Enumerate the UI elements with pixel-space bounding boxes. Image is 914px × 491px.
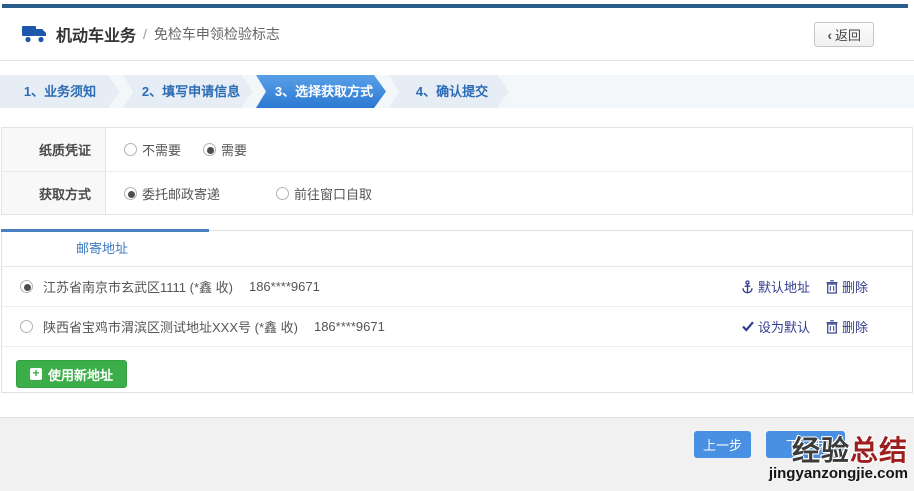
plus-icon: + bbox=[30, 368, 42, 380]
check-icon bbox=[742, 321, 754, 332]
address-row-1: 江苏省南京市玄武区1111 (*鑫 收) 186****9671 默认地址 bbox=[2, 267, 912, 307]
radio-option-window-pickup[interactable]: 前往窗口自取 bbox=[276, 184, 372, 203]
page-title: 机动车业务 bbox=[56, 22, 136, 46]
obtain-method-label: 获取方式 bbox=[2, 172, 106, 214]
address-radio-unselected-icon[interactable] bbox=[20, 320, 33, 333]
address-text[interactable]: 江苏省南京市玄武区1111 (*鑫 收) bbox=[43, 277, 233, 296]
step-1-notice[interactable]: 1、业务须知 bbox=[0, 75, 120, 108]
chevron-left-icon: ‹ bbox=[827, 27, 832, 43]
breadcrumb-separator: / bbox=[143, 26, 147, 42]
default-address-link[interactable]: 默认地址 bbox=[741, 277, 810, 296]
paper-voucher-label: 纸质凭证 bbox=[2, 128, 106, 171]
radio-option-no-need[interactable]: 不需要 bbox=[124, 140, 181, 159]
radio-option-label[interactable]: 前往窗口自取 bbox=[294, 184, 372, 203]
footer-bar: 上一步 下一步 bbox=[0, 417, 914, 491]
delete-address-link[interactable]: 删除 bbox=[826, 317, 868, 336]
address-phone: 186****9671 bbox=[314, 319, 385, 334]
next-step-button[interactable]: 下一步 bbox=[766, 431, 845, 458]
radio-option-label[interactable]: 需要 bbox=[221, 140, 247, 159]
address-row-2: 陕西省宝鸡市渭滨区测试地址XXX号 (*鑫 收) 186****9671 设为默… bbox=[2, 307, 912, 347]
form-row-paper-voucher: 纸质凭证 不需要 需要 bbox=[2, 128, 912, 171]
radio-unchecked-icon[interactable] bbox=[276, 187, 289, 200]
use-new-address-label: 使用新地址 bbox=[48, 365, 113, 384]
delete-address-label: 删除 bbox=[842, 277, 868, 296]
truck-icon bbox=[22, 24, 48, 44]
tab-active-indicator bbox=[1, 229, 209, 232]
set-default-link[interactable]: 设为默认 bbox=[742, 317, 810, 336]
radio-checked-icon[interactable] bbox=[124, 187, 137, 200]
step-wizard: 1、业务须知 2、填写申请信息 3、选择获取方式 4、确认提交 bbox=[0, 75, 914, 108]
radio-option-postal-delivery[interactable]: 委托邮政寄递 bbox=[124, 184, 220, 203]
options-form: 纸质凭证 不需要 需要 获取方式 委托邮政寄递 bbox=[1, 127, 913, 215]
radio-option-label[interactable]: 委托邮政寄递 bbox=[142, 184, 220, 203]
address-tab-row: 邮寄地址 bbox=[2, 231, 912, 267]
trash-icon bbox=[826, 280, 838, 294]
anchor-icon bbox=[741, 280, 754, 294]
back-button[interactable]: ‹ 返回 bbox=[814, 22, 874, 47]
trash-icon bbox=[826, 320, 838, 334]
set-default-label: 设为默认 bbox=[758, 317, 810, 336]
step-3-choose-method[interactable]: 3、选择获取方式 bbox=[256, 75, 386, 108]
mailing-address-panel: 邮寄地址 江苏省南京市玄武区1111 (*鑫 收) 186****9671 默认… bbox=[1, 230, 913, 393]
radio-checked-icon[interactable] bbox=[203, 143, 216, 156]
delete-address-label: 删除 bbox=[842, 317, 868, 336]
step-4-confirm-submit[interactable]: 4、确认提交 bbox=[389, 75, 509, 108]
delete-address-link[interactable]: 删除 bbox=[826, 277, 868, 296]
previous-step-button[interactable]: 上一步 bbox=[694, 431, 751, 458]
address-text[interactable]: 陕西省宝鸡市渭滨区测试地址XXX号 (*鑫 收) bbox=[43, 317, 298, 336]
radio-unchecked-icon[interactable] bbox=[124, 143, 137, 156]
radio-option-label[interactable]: 不需要 bbox=[142, 140, 181, 159]
default-address-label: 默认地址 bbox=[758, 277, 810, 296]
tab-mailing-address[interactable]: 邮寄地址 bbox=[2, 231, 202, 267]
page-header: 机动车业务 / 免检车申领检验标志 ‹ 返回 bbox=[0, 8, 914, 61]
step-2-fill-info[interactable]: 2、填写申请信息 bbox=[123, 75, 253, 108]
breadcrumb: 免检车申领检验标志 bbox=[154, 24, 280, 44]
page: 机动车业务 / 免检车申领检验标志 ‹ 返回 1、业务须知 2、填写申请信息 3… bbox=[0, 0, 914, 491]
use-new-address-button[interactable]: + 使用新地址 bbox=[16, 360, 127, 388]
address-radio-selected-icon[interactable] bbox=[20, 280, 33, 293]
radio-option-need[interactable]: 需要 bbox=[203, 140, 247, 159]
form-row-obtain-method: 获取方式 委托邮政寄递 前往窗口自取 bbox=[2, 171, 912, 214]
back-button-label: 返回 bbox=[835, 25, 861, 44]
address-phone: 186****9671 bbox=[249, 279, 320, 294]
